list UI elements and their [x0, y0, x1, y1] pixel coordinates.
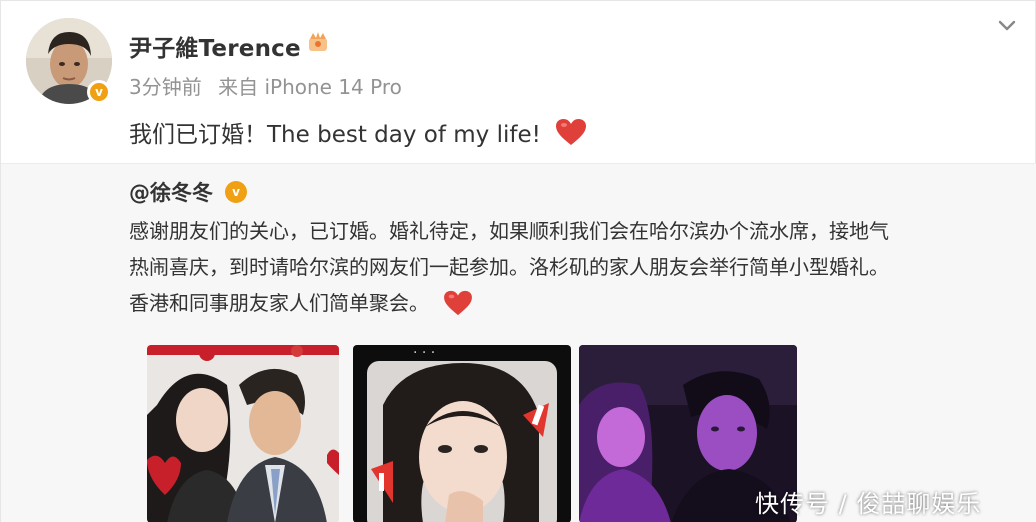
- repost-photo-1[interactable]: [147, 345, 339, 522]
- post-timestamp[interactable]: 3分钟前: [129, 75, 202, 99]
- repost-author-name[interactable]: @徐冬冬: [129, 177, 213, 207]
- weibo-post-card: v 尹子維Terence 3分钟前 来自 iPhone 14 Pro 我们已订婚…: [0, 0, 1036, 522]
- post-meta: 3分钟前 来自 iPhone 14 Pro: [129, 71, 412, 100]
- repost-text: 感谢朋友们的关心，已订婚。婚礼待定，如果顺利我们会在哈尔滨办个流水席，接地气 热…: [129, 213, 1029, 321]
- author-name[interactable]: 尹子維Terence: [129, 29, 301, 63]
- repost-text-line: 热闹喜庆，到时请哈尔滨的网友们一起参加。洛杉矶的家人朋友会举行简单小型婚礼。: [129, 255, 889, 279]
- svg-text:· · ·: · · ·: [413, 345, 435, 361]
- verified-badge-icon: v: [225, 181, 247, 203]
- repost-photo-2[interactable]: · · ·: [353, 345, 571, 522]
- repost-text-line-content: 香港和同事朋友家人们简单聚会。: [129, 291, 429, 315]
- post-text-content: 我们已订婚！The best day of my life!: [129, 122, 541, 148]
- heart-emoji-icon: [555, 119, 586, 145]
- crown-icon[interactable]: [306, 30, 330, 54]
- post-text: 我们已订婚！The best day of my life!: [129, 115, 587, 149]
- verified-badge-icon: v: [87, 80, 111, 104]
- post-source: 来自 iPhone 14 Pro: [218, 75, 402, 99]
- heart-emoji-icon: [444, 290, 472, 316]
- repost-author: @徐冬冬 v: [129, 177, 247, 207]
- watermark-text: 快传号 / 俊喆聊娱乐: [755, 490, 982, 518]
- chevron-down-icon[interactable]: [995, 13, 1019, 37]
- repost-text-line: 香港和同事朋友家人们简单聚会。: [129, 285, 1029, 321]
- repost-text-line: 感谢朋友们的关心，已订婚。婚礼待定，如果顺利我们会在哈尔滨办个流水席，接地气: [129, 219, 889, 243]
